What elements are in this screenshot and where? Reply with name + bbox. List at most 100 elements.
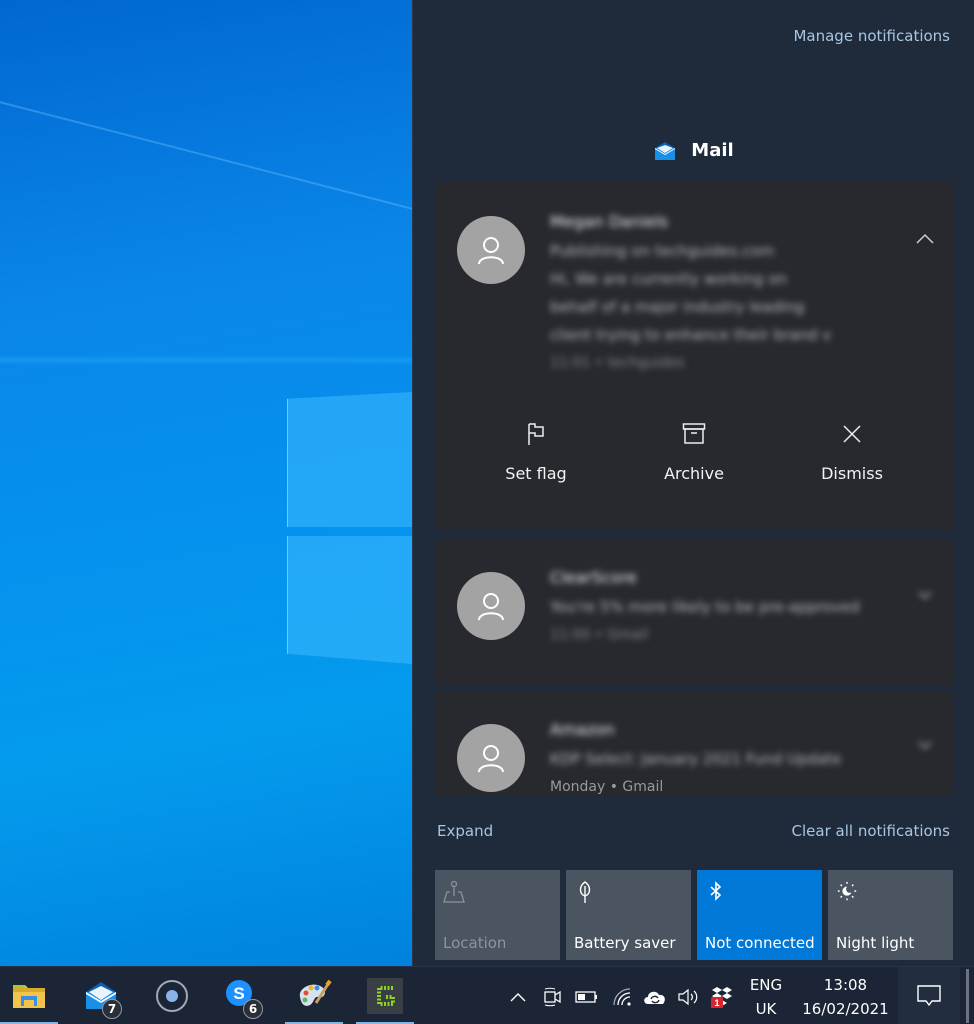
language-code: ENG <box>749 976 783 994</box>
clear-all-notifications-link[interactable]: Clear all notifications <box>792 822 950 840</box>
bluetooth-tile[interactable]: Not connected <box>697 870 822 960</box>
paint-icon <box>299 979 332 1006</box>
notification-meta: 11:01 • techguides <box>550 355 685 371</box>
night-light-tile[interactable]: Night light <box>828 870 953 960</box>
archive-label: Archive <box>664 464 724 483</box>
notification-line: Hi, We are currently working on <box>550 270 787 288</box>
location-icon <box>443 880 465 903</box>
set-flag-label: Set flag <box>505 464 567 483</box>
night-light-label: Night light <box>836 934 915 952</box>
meet-now-icon <box>544 987 561 1007</box>
notification-sender: ClearScore <box>550 568 637 587</box>
taskbar-app-greenshot[interactable] <box>356 967 414 1024</box>
cortana-icon <box>156 980 188 1012</box>
battery-icon <box>575 991 597 1003</box>
night-light-icon <box>837 881 857 901</box>
battery-saver-tile[interactable]: Battery saver <box>566 870 691 960</box>
taskbar-app-file-explorer[interactable] <box>0 967 58 1024</box>
quick-actions: Location Battery saver Not connected Nig… <box>435 870 953 960</box>
notification-card[interactable]: Amazon KDP Select: January 2021 Fund Upd… <box>435 692 953 796</box>
person-icon <box>478 593 504 621</box>
notification-sender: Megan Daniels <box>550 212 669 231</box>
windows-logo-pane <box>287 536 412 664</box>
archive-button[interactable]: Archive <box>624 422 764 483</box>
avatar <box>457 572 525 640</box>
avatar <box>457 216 525 284</box>
greenshot-icon <box>367 978 403 1014</box>
action-center-panel: Manage notifications Mail Megan Daniels … <box>412 0 974 966</box>
location-label: Location <box>443 934 507 952</box>
show-desktop-button[interactable] <box>966 969 969 1023</box>
clock-time: 13:08 <box>823 976 868 994</box>
notification-actions: Set flag Archive Dismiss <box>435 422 953 483</box>
flag-icon <box>528 423 544 445</box>
taskbar-app-cortana[interactable] <box>143 967 201 1024</box>
action-center-button[interactable] <box>898 967 960 1024</box>
notification-card[interactable]: ClearScore You're 5% more likely to be p… <box>435 540 953 685</box>
notification-line: You're 5% more likely to be pre-approved <box>550 598 860 616</box>
windows-logo-pane <box>287 392 412 527</box>
person-icon <box>478 745 504 773</box>
dropbox-icon: 1 <box>711 987 732 1008</box>
person-icon <box>478 237 504 265</box>
onedrive-sync-icon <box>644 991 665 1004</box>
avatar <box>457 724 525 792</box>
input-language-indicator[interactable]: ENG UK <box>744 973 788 1021</box>
wifi-icon <box>613 988 631 1006</box>
notification-meta: 11:00 • Gmail <box>550 627 649 643</box>
file-explorer-icon <box>13 985 45 1008</box>
bluetooth-label: Not connected <box>705 934 815 952</box>
notification-meta: Monday • Gmail <box>550 779 664 795</box>
manage-notifications-link[interactable]: Manage notifications <box>793 27 950 45</box>
notification-line: client trying to enhance their brand v <box>550 326 832 344</box>
notification-line: Publishing on techguides.com <box>550 242 775 260</box>
taskbar-app-paint[interactable] <box>285 967 343 1024</box>
svg-text:1: 1 <box>714 998 719 1008</box>
wallpaper-light-beam <box>0 96 412 219</box>
wallpaper-light-beam <box>0 355 412 365</box>
notification-content: Megan Daniels Publishing on techguides.c… <box>550 212 913 377</box>
notification-sender: Amazon <box>550 720 615 739</box>
notification-content: ClearScore You're 5% more likely to be p… <box>550 568 913 649</box>
mail-icon <box>653 141 677 161</box>
volume-icon <box>678 988 698 1006</box>
action-center-footer: Expand Clear all notifications <box>437 822 950 840</box>
notification-content: Amazon KDP Select: January 2021 Fund Upd… <box>550 720 913 796</box>
language-region: UK <box>755 1000 777 1018</box>
notification-icon <box>917 985 941 1007</box>
battery-saver-icon <box>579 881 591 903</box>
archive-icon <box>682 423 706 444</box>
notification-card[interactable]: Megan Daniels Publishing on techguides.c… <box>435 182 953 530</box>
tray-meet-now[interactable] <box>540 985 564 1009</box>
svg-text:S: S <box>233 984 244 1003</box>
desktop-wallpaper <box>0 0 412 966</box>
notification-line: KDP Select: January 2021 Fund Update <box>550 750 842 768</box>
taskbar: 7 S 6 1 ENG UK 13:08 16/02/2021 <box>0 966 974 1024</box>
tray-onedrive[interactable] <box>642 985 668 1009</box>
close-icon <box>843 425 861 443</box>
taskbar-clock[interactable]: 13:08 16/02/2021 <box>798 973 893 1021</box>
tray-dropbox[interactable]: 1 <box>708 985 736 1009</box>
chevron-down-icon[interactable] <box>915 738 935 752</box>
location-tile[interactable]: Location <box>435 870 560 960</box>
mail-unread-badge: 7 <box>102 999 122 1019</box>
battery-saver-label: Battery saver <box>574 934 676 952</box>
chevron-down-icon[interactable] <box>915 588 935 602</box>
taskbar-app-skype[interactable]: S 6 <box>213 967 271 1024</box>
show-hidden-icons-button[interactable] <box>507 985 529 1009</box>
clock-date: 16/02/2021 <box>802 1000 889 1018</box>
tray-battery[interactable] <box>574 985 600 1009</box>
group-app-name: Mail <box>691 140 734 161</box>
notification-group-header: Mail <box>413 140 974 161</box>
dismiss-label: Dismiss <box>821 464 883 483</box>
notification-line: behalf of a major industry leading <box>550 298 805 316</box>
set-flag-button[interactable]: Set flag <box>466 422 606 483</box>
tray-volume[interactable] <box>676 985 700 1009</box>
bluetooth-icon <box>710 881 722 901</box>
tray-wifi[interactable] <box>610 985 634 1009</box>
skype-unread-badge: 6 <box>243 999 263 1019</box>
chevron-up-icon[interactable] <box>915 232 935 246</box>
expand-link[interactable]: Expand <box>437 822 493 840</box>
dismiss-button[interactable]: Dismiss <box>782 422 922 483</box>
taskbar-app-mail[interactable]: 7 <box>72 967 130 1024</box>
